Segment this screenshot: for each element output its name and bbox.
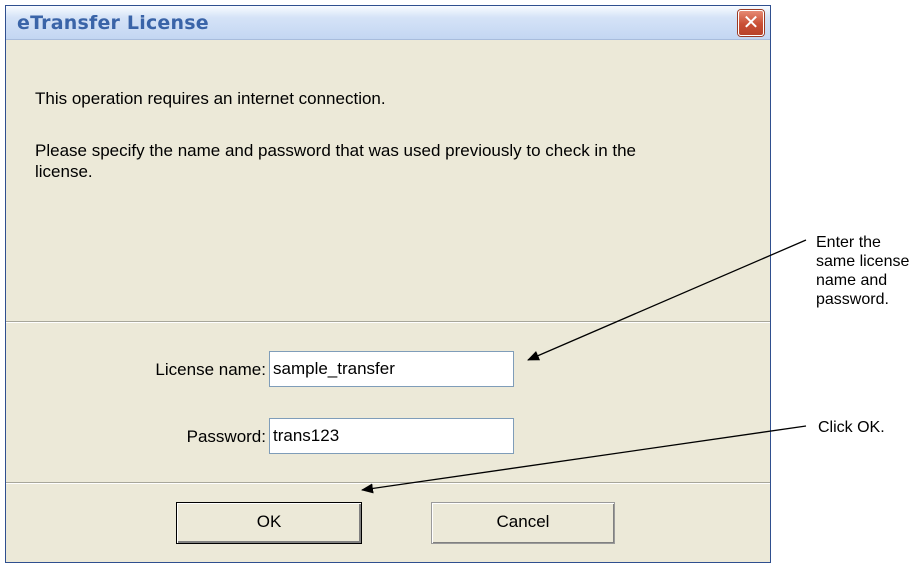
arrow-to-license-fields xyxy=(527,239,807,361)
callout-arrows xyxy=(361,239,807,494)
arrow-to-ok-button xyxy=(361,425,807,494)
